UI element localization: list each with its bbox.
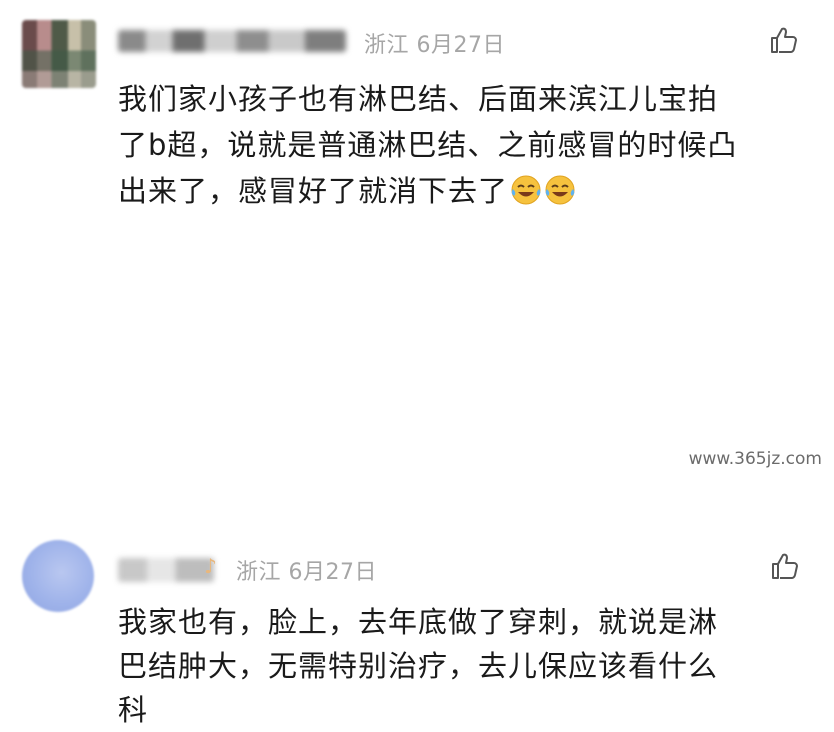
avatar[interactable] bbox=[22, 540, 94, 612]
comment-line: 了b超，说就是普通淋巴结、之前感冒的时候凸 bbox=[118, 128, 738, 162]
watermark: www.365jz.com bbox=[688, 449, 822, 469]
thumbs-up-icon[interactable] bbox=[770, 552, 800, 580]
username-blurred[interactable] bbox=[118, 558, 214, 582]
location-label: 浙江 bbox=[236, 560, 282, 585]
comment-text: 我们家小孩子也有淋巴结、后面来滨江儿宝拍 了b超，说就是普通淋巴结、之前感冒的时… bbox=[118, 76, 737, 214]
date-label: 6月27日 bbox=[416, 33, 506, 58]
comment-line: 我家也有，脸上，去年底做了穿刺，就说是淋 bbox=[118, 605, 719, 639]
username-badge-icon: ♪ bbox=[204, 554, 217, 578]
laughing-crying-emoji-icon bbox=[545, 175, 575, 205]
username-blurred[interactable] bbox=[118, 30, 346, 52]
comment-line: 科 bbox=[118, 693, 149, 727]
comment-text: 我家也有，脸上，去年底做了穿刺，就说是淋 巴结肿大，无需特别治疗，去儿保应该看什… bbox=[118, 600, 718, 732]
comment-meta: 浙江 6月27日 bbox=[364, 27, 505, 59]
location-label: 浙江 bbox=[364, 33, 410, 58]
comment-meta: 浙江 6月27日 bbox=[236, 554, 377, 586]
laughing-crying-emoji-icon bbox=[511, 175, 541, 205]
comment-item: ♪ 浙江 6月27日 我家也有，脸上，去年底做了穿刺，就说是淋 巴结肿大，无需特… bbox=[0, 262, 834, 727]
comment-line: 我们家小孩子也有淋巴结、后面来滨江儿宝拍 bbox=[118, 82, 719, 116]
thumbs-up-icon[interactable] bbox=[769, 26, 799, 54]
avatar[interactable] bbox=[22, 20, 96, 88]
date-label: 6月27日 bbox=[288, 560, 378, 585]
comment-line: 巴结肿大，无需特别治疗，去儿保应该看什么 bbox=[118, 649, 719, 683]
comment-item: 浙江 6月27日 我们家小孩子也有淋巴结、后面来滨江儿宝拍 了b超，说就是普通淋… bbox=[0, 0, 834, 262]
comment-line-text: 出来了，感冒好了就消下去了 bbox=[118, 174, 509, 208]
comment-line-last: 出来了，感冒好了就消下去了 bbox=[118, 168, 737, 214]
